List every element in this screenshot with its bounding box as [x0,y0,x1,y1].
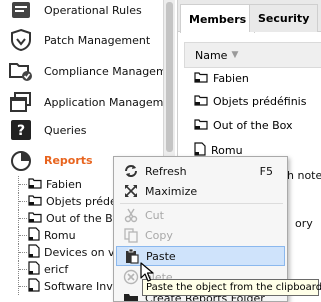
tree-item[interactable]: Objets prédéfi [18,193,124,210]
paste-icon [123,247,141,265]
application-management-icon [8,89,34,115]
compliance-management-icon [8,58,34,84]
nav-item-label: Operational Rules [44,3,142,17]
list-item[interactable]: Fabien [194,67,249,89]
nav-item-patch-management[interactable]: Patch Management [0,25,170,55]
nav-item-label: Patch Management [44,33,151,47]
maximize-icon [122,182,140,200]
menu-separator [120,203,283,204]
tree-item[interactable]: Software Inv [18,278,113,295]
column-header-label: Name [195,48,228,62]
tree-item[interactable]: Romu [18,227,76,244]
nav-item-label: Compliance Managemen [44,64,170,78]
folder-icon [194,94,208,109]
tooltip: Paste the object from the clipboard [142,279,321,296]
tree-item[interactable]: Fabien [18,176,82,193]
tree-item[interactable]: Out of the Bo [18,210,119,227]
patch-management-icon [8,27,34,53]
nav-item-application-management[interactable]: Application Managemen [0,87,170,117]
cut-icon [122,206,140,224]
delete-icon [122,268,140,286]
tab-bar: Members Security [178,0,321,33]
scrollbar-thumb[interactable] [166,2,173,152]
svg-text:?: ? [17,123,25,139]
create-folder-icon [122,289,140,301]
menu-item-copy[interactable]: Copy [116,225,285,245]
tree-item[interactable]: Devices on v [18,244,115,261]
folder-icon [28,211,42,226]
folder-icon [194,71,208,86]
folder-icon [194,118,208,133]
list-item[interactable]: Objets prédéfinis [194,90,306,112]
folder-icon [28,177,42,192]
nav-item-compliance-management[interactable]: Compliance Managemen [0,56,170,86]
nav-item-label: Queries [44,123,87,137]
menu-item-cut[interactable]: Cut [116,205,285,225]
nav-item-label: Reports [44,153,93,167]
queries-icon: ? [8,117,34,143]
menu-item-refresh[interactable]: Refresh F5 [116,161,285,181]
nav-item-queries[interactable]: ? Queries [0,115,170,145]
operational-rules-icon [8,0,34,23]
shortcut-label: F5 [259,164,273,178]
list-item[interactable]: Out of the Box [194,114,293,136]
document-icon [28,227,40,244]
tree-item[interactable]: ericf [18,261,68,278]
nav-item-label: Application Managemen [44,95,170,109]
mouse-cursor-icon [140,262,154,282]
nav-item-operational-rules[interactable]: Operational Rules [0,0,170,25]
document-icon [28,244,40,261]
name-column-header[interactable]: Name ▼ [184,42,321,68]
menu-item-maximize[interactable]: Maximize [116,181,285,201]
refresh-icon [122,162,140,180]
tab-security[interactable]: Security [249,4,319,32]
list-item-text-partial: ory [295,217,313,230]
list-item-text-partial: h note [287,169,321,182]
reports-icon [8,147,34,173]
document-icon [28,278,40,295]
sort-down-icon: ▼ [231,50,239,60]
document-icon [28,261,40,278]
copy-icon [122,226,140,244]
tab-members[interactable]: Members [180,4,256,33]
folder-icon [28,194,42,209]
